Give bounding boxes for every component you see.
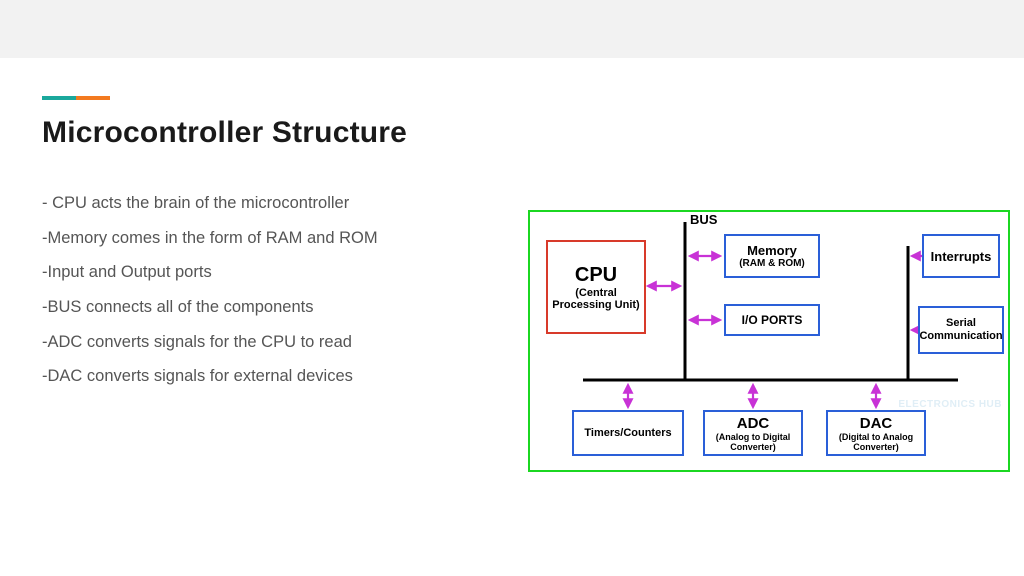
block-diagram: BUS CPU (Central Processing Unit) Memory… — [528, 210, 1010, 472]
block-timers: Timers/Counters — [572, 410, 684, 456]
block-title: Interrupts — [931, 249, 992, 264]
block-title: Memory — [747, 243, 797, 258]
watermark: ELECTRONICS HUB — [898, 399, 1002, 410]
block-ioports: I/O PORTS — [724, 304, 820, 336]
block-title: ADC — [737, 415, 770, 432]
block-cpu: CPU (Central Processing Unit) — [546, 240, 646, 334]
accent-rule — [42, 96, 110, 100]
block-interrupts: Interrupts — [922, 234, 1000, 278]
accent-teal — [42, 96, 76, 100]
block-title: Serial Communication — [919, 317, 1002, 343]
block-title: I/O PORTS — [742, 313, 803, 327]
block-title: Timers/Counters — [584, 427, 671, 439]
block-serial: Serial Communication — [918, 306, 1004, 354]
top-grey-bar — [0, 0, 1024, 58]
block-subtitle: (Digital to Analog Converter) — [828, 432, 924, 452]
block-title: DAC — [860, 415, 893, 432]
block-subtitle: (Analog to Digital Converter) — [705, 432, 801, 452]
block-memory: Memory (RAM & ROM) — [724, 234, 820, 278]
block-subtitle: (RAM & ROM) — [739, 258, 805, 269]
bus-label: BUS — [690, 212, 717, 227]
block-adc: ADC (Analog to Digital Converter) — [703, 410, 803, 456]
slide-title: Microcontroller Structure — [42, 116, 1024, 150]
block-subtitle: (Central Processing Unit) — [548, 287, 644, 311]
accent-orange — [76, 96, 110, 100]
block-dac: DAC (Digital to Analog Converter) — [826, 410, 926, 456]
block-title: CPU — [575, 264, 617, 287]
